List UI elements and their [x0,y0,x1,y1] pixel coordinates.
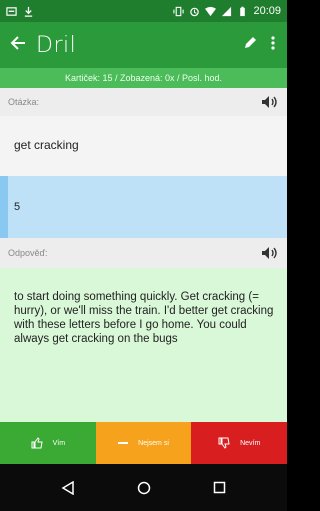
unsure-label: Nejsem si [138,439,169,447]
thumbs-down-icon [218,437,230,449]
speaker-icon[interactable] [261,95,279,109]
question-header: Otázka: [0,88,287,116]
download-icon [24,6,33,17]
alarm-icon [190,7,200,16]
back-button[interactable] [0,34,36,57]
answer-text: to start doing something quickly. Get cr… [0,268,287,422]
more-vert-icon [271,35,275,50]
nav-home-icon[interactable] [137,481,151,495]
status-bar: 20:09 [0,0,287,22]
app-toolbar: Dril [0,22,287,68]
vibrate-icon [173,6,185,16]
unsure-button[interactable]: Nejsem si [95,422,192,464]
notification-icon [6,6,17,16]
battery-icon [240,6,246,16]
rating-buttons: Vím Nejsem si Nevím [0,422,288,464]
nav-recents-icon[interactable] [213,481,226,494]
question-text: get cracking [0,116,287,176]
question-label: Otázka: [8,97,40,107]
pencil-icon [245,36,256,48]
signal-icon [222,6,232,16]
arrow-left-icon [10,35,25,50]
status-time: 20:09 [253,5,281,17]
answer-label: Odpověď: [8,248,48,258]
system-nav-bar [0,464,287,511]
speaker-icon[interactable] [261,246,279,260]
dont-know-label: Nevím [240,439,261,447]
progress-indicator [0,176,8,238]
minus-icon [118,442,129,444]
app-logo: Dril [36,32,77,58]
dont-know-button[interactable]: Nevím [191,422,288,464]
nav-back-icon[interactable] [61,480,75,495]
thumbs-up-icon [31,437,43,449]
edit-button[interactable] [243,36,257,55]
count-row: 5 [0,176,287,238]
know-button[interactable]: Vím [0,422,96,464]
repeat-count: 5 [14,201,21,213]
know-label: Vím [52,439,66,447]
card-info-bar: Kartiček: 15 / Zobazená: 0x / Posl. hod. [0,68,287,88]
overflow-menu-button[interactable] [271,35,275,55]
wifi-icon [205,6,217,16]
answer-header: Odpověď: [0,238,287,268]
